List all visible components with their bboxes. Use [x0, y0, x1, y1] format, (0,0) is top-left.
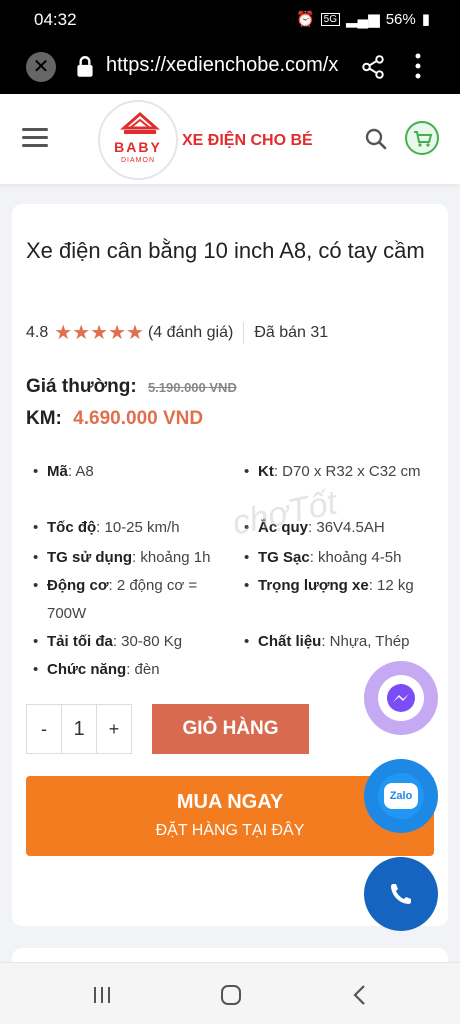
status-icons: ⏰ 5G ▂▄▆ 56% ▮ [295, 10, 430, 29]
zalo-button[interactable]: Zalo [364, 759, 438, 833]
url-text[interactable]: https://xedienchobe.com/x [106, 54, 344, 77]
spec-item: Tải tối đa: 30-80 Kg [33, 628, 182, 656]
product-title: Xe điện cân bằng 10 inch A8, có tay cầm [26, 238, 425, 263]
lock-icon [77, 56, 93, 77]
spec-item: Chức năng: đèn [33, 656, 160, 684]
logo-diamond-icon [120, 112, 160, 134]
cart-icon[interactable] [405, 121, 439, 155]
system-nav-bar [0, 962, 460, 1024]
site-logo[interactable]: BABY DIAMON [98, 100, 178, 180]
regular-price: 5.190.000 VND [147, 380, 237, 395]
star-icon: ★ [90, 322, 109, 344]
spec-item: Chất liệu: Nhựa, Thép [244, 628, 409, 656]
regular-price-label: Giá thường: [26, 376, 137, 397]
spec-item: Trọng lượng xe: 12 kg [244, 572, 414, 600]
home-icon[interactable] [219, 983, 243, 1007]
logo-subtext: DIAMON [121, 157, 155, 164]
share-icon[interactable] [360, 54, 386, 80]
spec-item: Động cơ: 2 động cơ = 700W [33, 572, 237, 628]
star-icon: ★ [54, 322, 73, 344]
zalo-label: Zalo [384, 783, 418, 809]
star-icon: ★ [72, 322, 91, 344]
search-icon[interactable] [364, 127, 388, 151]
zalo-icon: Zalo [378, 773, 424, 819]
rating-stars[interactable]: ★ ★ ★ ★ ★ [54, 323, 144, 343]
brand-name[interactable]: XE ĐIỆN CHO BÉ [182, 132, 313, 150]
buy-now-sublabel: ĐẶT HÀNG TẠI ĐÂY [155, 822, 305, 839]
back-icon[interactable] [348, 983, 372, 1007]
spec-item: TG sử dụng: khoảng 1h [33, 544, 210, 572]
status-time: 04:32 [34, 10, 77, 29]
sold-count: Đã bán 31 [254, 324, 329, 341]
divider [243, 322, 245, 344]
battery-icon: ▮ [421, 11, 430, 28]
sale-price-label: KM: [26, 408, 62, 429]
more-options-icon[interactable] [410, 50, 426, 82]
browser-toolbar: ✕ https://xedienchobe.com/x [0, 40, 460, 94]
signal-icon: ▂▄▆ [346, 11, 380, 28]
qty-input[interactable]: 1 [61, 705, 97, 753]
star-icon: ★ [108, 322, 126, 344]
alarm-icon: ⏰ [295, 11, 315, 28]
recent-apps-icon[interactable] [90, 983, 114, 1007]
status-bar: 04:32 ⏰ 5G ▂▄▆ 56% ▮ [0, 0, 460, 40]
battery-level: 56% [385, 10, 416, 28]
sale-price: 4.690.000 VND [73, 408, 204, 429]
network-badge: 5G [320, 12, 340, 26]
spec-item: TG Sạc: khoảng 4-5h [244, 544, 401, 572]
phone-icon [378, 871, 424, 917]
spec-item: Mã: A8 [33, 458, 94, 486]
spec-item: Tốc độ: 10-25 km/h [33, 514, 179, 542]
close-tab-button[interactable]: ✕ [26, 52, 56, 82]
spec-item: Kt: D70 x R32 x C32 cm [244, 458, 428, 486]
add-to-cart-button[interactable]: GIỎ HÀNG [152, 704, 309, 754]
qty-minus-button[interactable]: - [27, 705, 61, 753]
sale-price-row: KM: 4.690.000 VND [26, 408, 203, 430]
site-header: BABY DIAMON XE ĐIỆN CHO BÉ [0, 94, 460, 184]
regular-price-row: Giá thường: 5.190.000 VND [26, 376, 237, 398]
menu-icon[interactable] [22, 128, 48, 148]
logo-text: BABY [114, 139, 162, 155]
star-icon: ★ [126, 322, 144, 344]
messenger-button[interactable] [364, 661, 438, 735]
messenger-icon [378, 675, 424, 721]
quantity-stepper: - 1 + [26, 704, 132, 754]
qty-plus-button[interactable]: + [97, 705, 131, 753]
rating-value: 4.8 [26, 324, 49, 341]
review-count[interactable]: (4 đánh giá) [148, 324, 233, 342]
call-button[interactable] [364, 857, 438, 931]
rating-row: 4.8 ★ ★ ★ ★ ★ (4 đánh giá) Đã bán 31 [26, 322, 328, 344]
